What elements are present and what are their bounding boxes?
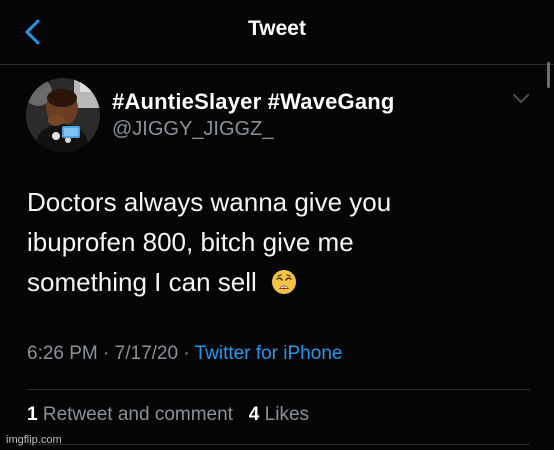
top-bar: Tweet — [0, 0, 554, 65]
user-handle[interactable]: @JIGGY_JIGGZ_ — [112, 118, 273, 141]
divider — [27, 389, 530, 390]
chevron-down-icon[interactable] — [511, 92, 531, 106]
like-label: Likes — [264, 404, 310, 425]
retweet-stat[interactable]: 1 Retweet and comment — [27, 404, 233, 425]
tweet-text-line: something I can sell — [27, 267, 257, 297]
scrollbar[interactable] — [547, 62, 550, 88]
retweet-label: Retweet and comment — [42, 404, 233, 425]
meta-separator: · — [183, 343, 190, 364]
tweet-text-line: ibuprofen 800, bitch give me — [27, 227, 354, 257]
meta-separator: · — [103, 343, 110, 364]
watermark: imgflip.com — [6, 434, 62, 446]
divider — [27, 444, 530, 445]
weary-face-icon — [271, 266, 297, 294]
tweet-text-line: Doctors always wanna give you — [27, 187, 392, 217]
tweet-detail-screen: Tweet #AuntieSlayer #WaveGang @JIGGY_JIG… — [0, 0, 554, 450]
avatar[interactable] — [26, 78, 100, 152]
tweet-time: 6:26 PM — [27, 343, 98, 364]
likes-stat[interactable]: 4 Likes — [249, 404, 309, 425]
page-title: Tweet — [248, 17, 306, 40]
tweet-date: 7/17/20 — [114, 343, 179, 364]
like-count: 4 — [248, 404, 260, 425]
display-name[interactable]: #AuntieSlayer #WaveGang — [112, 89, 395, 115]
tweet-stats: 1 Retweet and comment 4 Likes — [27, 404, 309, 426]
tweet-source-link[interactable]: Twitter for iPhone — [195, 343, 343, 364]
tweet-text: Doctors always wanna give you ibuprofen … — [27, 182, 537, 302]
tweet-meta: 6:26 PM · 7/17/20 · Twitter for iPhone — [27, 343, 342, 365]
retweet-count: 1 — [27, 404, 38, 425]
tweet-text-line-with-emoji: something I can sell — [27, 262, 537, 302]
